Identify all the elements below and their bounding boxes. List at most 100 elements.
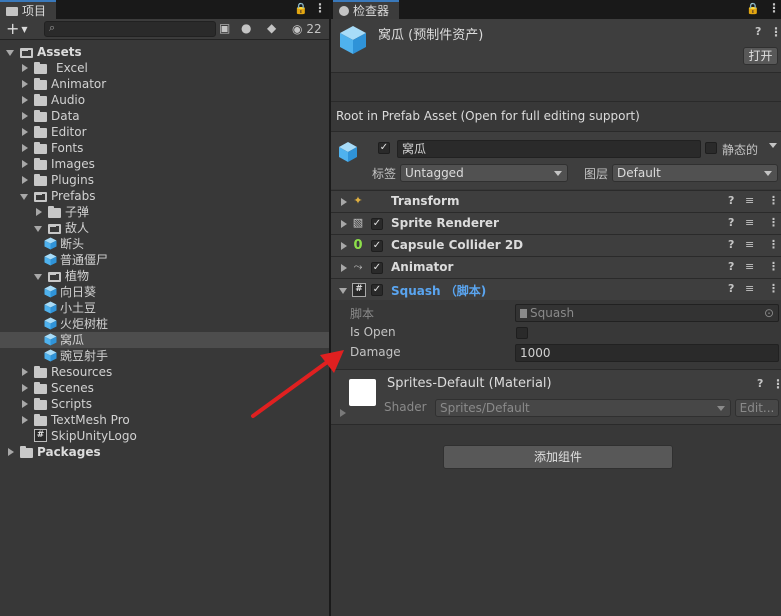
tree-item[interactable]: Prefabs (0, 188, 330, 204)
expand-arrow-right-icon[interactable] (22, 368, 28, 376)
help-icon[interactable]: ? (728, 238, 734, 251)
shader-edit-button[interactable]: Edit... (735, 399, 779, 417)
kebab-menu-icon[interactable]: ⋮ (768, 194, 779, 207)
tree-item[interactable]: # SkipUnityLogo (0, 428, 330, 444)
expand-arrow-down-icon[interactable] (34, 274, 42, 280)
help-icon[interactable]: ? (728, 194, 734, 207)
folder-icon (20, 446, 33, 458)
component-enabled-checkbox[interactable]: ✓ (371, 240, 383, 252)
tree-item[interactable]: Fonts (0, 140, 330, 156)
tag-dropdown[interactable]: Untagged (400, 164, 568, 182)
tree-item[interactable]: Editor (0, 124, 330, 140)
create-button[interactable]: + ▼ (6, 20, 36, 38)
expand-arrow-right-icon[interactable] (22, 80, 28, 88)
preset-icon[interactable]: ≡ (745, 238, 754, 251)
hidden-packages-icon[interactable]: ◉ 22 (292, 21, 328, 37)
kebab-menu-icon[interactable]: ⋮ (314, 2, 326, 16)
tab-inspector[interactable]: 检查器 (333, 0, 399, 19)
material-help-icon[interactable]: ? (757, 377, 767, 390)
tag-dropdown-value: Untagged (405, 166, 464, 180)
expand-arrow-right-icon[interactable] (36, 208, 42, 216)
preset-icon[interactable]: ≡ (745, 216, 754, 229)
component-enabled-checkbox[interactable]: ✓ (371, 262, 383, 274)
foldout-right-icon[interactable] (341, 198, 347, 206)
search-input[interactable]: ⌕ (44, 21, 216, 37)
kebab-menu-icon[interactable]: ⋮ (768, 260, 779, 273)
tree-item[interactable]: 小土豆 (0, 300, 330, 316)
preset-icon[interactable]: ≡ (745, 260, 754, 273)
inspector-lock-icon[interactable]: 🔒 (746, 2, 760, 16)
component-enabled-checkbox[interactable]: ✓ (371, 284, 383, 296)
component-header[interactable]: ▧ ✓ Sprite Renderer? ≡ ⋮ (331, 212, 781, 235)
expand-arrow-right-icon[interactable] (22, 400, 28, 408)
inspector-kebab-icon[interactable]: ⋮ (768, 2, 780, 16)
tree-item[interactable]: 子弹 (0, 204, 330, 220)
kebab-menu-icon[interactable]: ⋮ (768, 216, 779, 229)
expand-arrow-right-icon[interactable] (22, 416, 28, 424)
open-button[interactable]: 打开 (743, 47, 778, 65)
foldout-right-icon[interactable] (341, 220, 347, 228)
expand-arrow-right-icon[interactable] (22, 112, 28, 120)
component-header[interactable]: ⤳ ✓ Animator? ≡ ⋮ (331, 256, 781, 279)
is-open-checkbox[interactable] (516, 327, 528, 339)
expand-arrow-right-icon[interactable] (22, 128, 28, 136)
kebab-menu-icon[interactable]: ⋮ (768, 238, 779, 251)
tree-item[interactable]: Data (0, 108, 330, 124)
kebab-menu-icon[interactable]: ⋮ (768, 282, 779, 295)
active-checkbox[interactable]: ✓ (378, 142, 390, 154)
tree-item[interactable]: Packages (0, 444, 330, 460)
header-kebab-icon[interactable]: ⋮ (770, 25, 781, 39)
expand-arrow-down-icon[interactable] (6, 50, 14, 56)
preset-icon[interactable]: ≡ (745, 282, 754, 295)
tree-item[interactable]: 敌人 (0, 220, 330, 236)
tree-item[interactable]: 普通僵尸 (0, 252, 330, 268)
foldout-right-icon[interactable] (341, 242, 347, 250)
component-header[interactable]: # ✓ Squash （脚本)? ≡ ⋮ (331, 278, 781, 301)
component-header[interactable]: 0 ✓ Capsule Collider 2D? ≡ ⋮ (331, 234, 781, 257)
tree-item[interactable]: Images (0, 156, 330, 172)
preset-icon[interactable]: ≡ (745, 194, 754, 207)
help-icon[interactable]: ? (728, 216, 734, 229)
lock-icon[interactable]: 🔒 (294, 2, 308, 16)
tree-item[interactable]: Plugins (0, 172, 330, 188)
damage-field[interactable]: 1000 (515, 344, 779, 362)
material-kebab-icon[interactable]: ⋮ (772, 377, 781, 391)
tree-item[interactable]: 断头 (0, 236, 330, 252)
foldout-right-icon[interactable] (341, 264, 347, 272)
help-icon[interactable]: ? (755, 25, 765, 38)
expand-arrow-right-icon[interactable] (22, 64, 28, 72)
component-header[interactable]: ✦ Transform? ≡ ⋮ (331, 190, 781, 213)
expand-arrow-down-icon[interactable] (20, 194, 28, 200)
tree-item[interactable]: 植物 (0, 268, 330, 284)
prefab-icon (44, 301, 57, 314)
search-by-type-icon[interactable]: ▣ (219, 21, 233, 37)
tag-icon[interactable]: ◆ (267, 21, 281, 37)
tree-item[interactable]: Audio (0, 92, 330, 108)
tree-item[interactable]: Animator (0, 76, 330, 92)
tree-item[interactable]: Excel (0, 60, 330, 76)
expand-arrow-right-icon[interactable] (22, 160, 28, 168)
tree-item[interactable]: 向日葵 (0, 284, 330, 300)
add-component-button[interactable]: 添加组件 (443, 445, 673, 469)
component-title: Capsule Collider 2D (391, 238, 524, 252)
component-enabled-checkbox[interactable]: ✓ (371, 218, 383, 230)
expand-arrow-right-icon[interactable] (22, 384, 28, 392)
expand-arrow-right-icon[interactable] (22, 144, 28, 152)
tab-project[interactable]: 项目 (0, 0, 56, 19)
foldout-down-icon[interactable] (339, 288, 347, 294)
folder-icon (34, 78, 47, 90)
help-icon[interactable]: ? (728, 260, 734, 273)
search-by-label-icon[interactable]: ● (241, 21, 255, 37)
expand-arrow-right-icon[interactable] (22, 96, 28, 104)
tree-item[interactable]: 火炬树桩 (0, 316, 330, 332)
name-field[interactable]: 窝瓜 (397, 140, 701, 158)
layer-dropdown[interactable]: Default (612, 164, 778, 182)
help-icon[interactable]: ? (728, 282, 734, 295)
shader-dropdown[interactable]: Sprites/Default (435, 399, 731, 417)
expand-arrow-right-icon[interactable] (22, 176, 28, 184)
expand-arrow-right-icon[interactable] (8, 448, 14, 456)
expand-arrow-down-icon[interactable] (34, 226, 42, 232)
static-dropdown-icon[interactable] (769, 143, 777, 148)
static-checkbox[interactable] (705, 142, 717, 154)
tree-item[interactable]: Assets (0, 44, 330, 60)
